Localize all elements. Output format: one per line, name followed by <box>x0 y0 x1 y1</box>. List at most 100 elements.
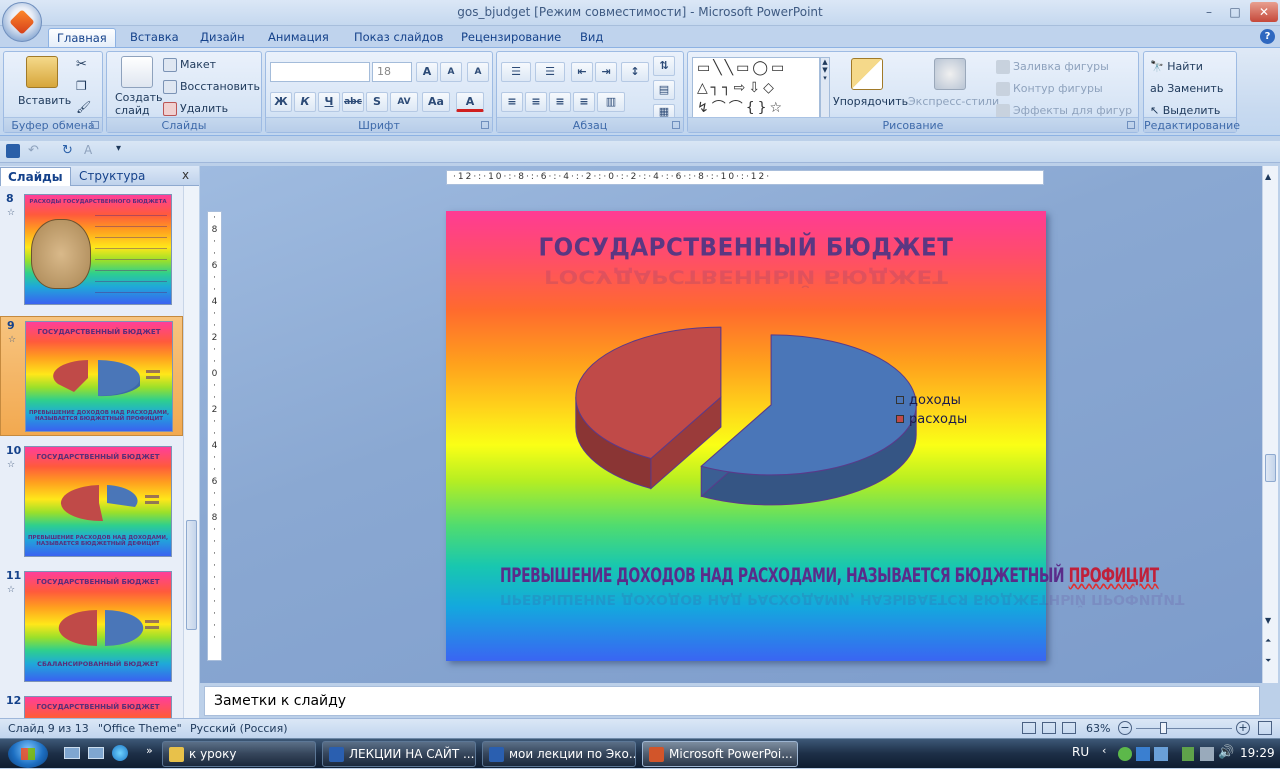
zoom-out-icon[interactable]: − <box>1118 721 1132 735</box>
shapes-scroll[interactable]: ▲ ▼ ▾ <box>820 57 830 119</box>
tab-slides[interactable]: Слайды <box>0 167 71 186</box>
tab-design[interactable]: Дизайн <box>192 28 253 48</box>
slide-canvas[interactable]: ГОСУДАРСТВЕННЫЙ БЮДЖЕТ ГОСУДАРСТВЕННЫЙ Б… <box>446 211 1185 661</box>
taskbar-item-word1[interactable]: ЛЕКЦИИ НА САЙТ ... <box>322 741 476 767</box>
increase-indent-icon[interactable]: ⇥ <box>595 62 617 82</box>
spacing-button[interactable]: AV <box>390 92 418 112</box>
columns-icon[interactable]: ▥ <box>597 92 625 112</box>
pie-slice-1[interactable] <box>575 326 722 490</box>
slide-footer-text[interactable]: ПРЕВЫШЕНИЕ ДОХОДОВ НАД РАСХОДАМИ, НАЗЫВА… <box>500 565 1159 588</box>
pie-slice-0[interactable] <box>700 334 917 506</box>
scrollbar-thumb[interactable] <box>186 520 197 630</box>
show-desktop-icon[interactable] <box>64 747 80 759</box>
switch-windows-icon[interactable] <box>88 747 104 759</box>
grow-font-icon[interactable]: A <box>416 62 438 82</box>
scrollbar-thumb[interactable] <box>1265 454 1276 482</box>
redo-icon[interactable]: ↻ <box>62 143 73 158</box>
quick-styles-button[interactable]: Экспресс-стили <box>908 95 999 108</box>
zoom-level[interactable]: 63% <box>1086 722 1110 735</box>
slide-thumbnail-10[interactable]: 10 ☆ ГОСУДАРСТВЕННЫЙ БЮДЖЕТ ПРЕВЫШЕНИЕ Р… <box>0 442 183 562</box>
decrease-indent-icon[interactable]: ⇤ <box>571 62 593 82</box>
underline-button[interactable]: Ч <box>318 92 340 112</box>
help-icon[interactable]: ? <box>1260 29 1275 44</box>
tray-app-icon[interactable] <box>1136 747 1150 761</box>
tab-view[interactable]: Вид <box>572 28 611 48</box>
font-size-combo[interactable]: 18 <box>372 62 412 82</box>
shape-outline-button[interactable]: Контур фигуры <box>996 82 1103 96</box>
network-icon[interactable] <box>1200 747 1214 761</box>
zoom-slider-handle[interactable] <box>1160 722 1167 734</box>
reset-button[interactable]: Восстановить <box>163 80 260 94</box>
font-name-combo[interactable] <box>270 62 370 82</box>
italic-button[interactable]: К <box>294 92 316 112</box>
slide-thumbnail-12[interactable]: 12 ГОСУДАРСТВЕННЫЙ БЮДЖЕТ <box>0 692 183 718</box>
slide-sorter-icon[interactable] <box>1042 722 1056 734</box>
tab-outline[interactable]: Структура <box>72 167 152 186</box>
cut-icon[interactable]: ✂ <box>76 57 87 72</box>
taskbar-item-folder[interactable]: к уроку <box>162 741 316 767</box>
normal-view-icon[interactable] <box>1022 722 1036 734</box>
replace-button[interactable]: ab Заменить <box>1150 82 1223 95</box>
office-button[interactable] <box>2 2 42 42</box>
tab-animation[interactable]: Анимация <box>260 28 337 48</box>
taskbar-item-word2[interactable]: мои лекции по Эко... <box>482 741 636 767</box>
save-icon[interactable] <box>6 144 20 158</box>
strike-button[interactable]: abc <box>342 92 364 112</box>
align-text-icon[interactable]: ▤ <box>653 80 675 100</box>
select-button[interactable]: ↖ Выделить <box>1150 104 1220 117</box>
battery-icon[interactable] <box>1182 747 1194 761</box>
notes-field[interactable]: Заметки к слайду <box>204 686 1260 716</box>
bullets-icon[interactable]: ☰ <box>501 62 531 82</box>
text-direction-icon[interactable]: ⇅ <box>653 56 675 76</box>
format-painter-icon[interactable]: 🖌 <box>76 100 91 114</box>
theme-name[interactable]: "Office Theme" <box>98 722 182 735</box>
paste-button[interactable]: Вставить <box>18 94 71 107</box>
clear-format-icon[interactable]: A <box>467 62 489 82</box>
tray-monitor-icon[interactable] <box>1154 747 1168 761</box>
align-center-icon[interactable]: ≡ <box>525 92 547 112</box>
language-bar[interactable]: RU <box>1072 745 1089 759</box>
tab-review[interactable]: Рецензирование <box>453 28 569 48</box>
fit-to-window-icon[interactable] <box>1258 721 1272 735</box>
previous-slide-icon[interactable]: ⏶ <box>1265 636 1271 646</box>
next-slide-icon[interactable]: ⏷ <box>1265 656 1271 666</box>
paragraph-launcher-icon[interactable] <box>672 121 680 129</box>
bold-button[interactable]: Ж <box>270 92 292 112</box>
language-indicator[interactable]: Русский (Россия) <box>190 722 288 735</box>
align-left-icon[interactable]: ≡ <box>501 92 523 112</box>
undo-icon[interactable]: ↶ <box>28 143 39 158</box>
line-spacing-icon[interactable]: ↕ <box>621 62 649 82</box>
maximize-button[interactable]: □ <box>1222 2 1248 22</box>
zoom-in-icon[interactable]: + <box>1236 721 1250 735</box>
shape-effects-button[interactable]: Эффекты для фигур <box>996 104 1132 118</box>
tray-expand-icon[interactable]: ‹ <box>1102 744 1106 757</box>
slide-title[interactable]: ГОСУДАРСТВЕННЫЙ БЮДЖЕТ <box>446 234 1046 263</box>
tab-home[interactable]: Главная <box>48 28 116 48</box>
shadow-button[interactable]: S <box>366 92 388 112</box>
zoom-slider-track[interactable] <box>1136 728 1232 729</box>
shrink-font-icon[interactable]: A <box>440 62 462 82</box>
antivirus-icon[interactable] <box>1118 747 1132 761</box>
slide-thumbnail-8[interactable]: 8 ☆ РАСХОДЫ ГОСУДАРСТВЕННОГО БЮДЖЕТА <box>0 190 183 310</box>
tab-slideshow[interactable]: Показ слайдов <box>346 28 451 48</box>
delete-button[interactable]: Удалить <box>163 102 228 116</box>
editor-vertical-scrollbar[interactable]: ▲ ▼ ⏶ ⏷ <box>1262 166 1278 683</box>
arrange-button[interactable]: Упорядочить <box>833 95 908 108</box>
font-color-button[interactable]: A <box>456 92 484 112</box>
scroll-down-icon[interactable]: ▼ <box>1265 616 1271 625</box>
start-button[interactable] <box>8 740 48 768</box>
font-size-qat-icon[interactable]: A <box>84 143 92 157</box>
find-button[interactable]: 🔭 Найти <box>1150 60 1203 73</box>
new-slide-button[interactable]: Создать слайд <box>115 91 163 117</box>
quicklaunch-more-icon[interactable]: » <box>146 744 153 757</box>
shape-fill-button[interactable]: Заливка фигуры <box>996 60 1109 74</box>
close-pane-button[interactable]: x <box>182 168 189 182</box>
scroll-up-icon[interactable]: ▲ <box>1265 172 1271 181</box>
numbering-icon[interactable]: ☰ <box>535 62 565 82</box>
clipboard-launcher-icon[interactable] <box>91 121 99 129</box>
align-right-icon[interactable]: ≡ <box>549 92 571 112</box>
internet-explorer-icon[interactable] <box>112 745 128 761</box>
slide-thumbnail-11[interactable]: 11 ☆ ГОСУДАРСТВЕННЫЙ БЮДЖЕТ СБАЛАНСИРОВА… <box>0 567 183 687</box>
case-button[interactable]: Aa <box>422 92 450 112</box>
minimize-button[interactable]: – <box>1196 2 1222 22</box>
